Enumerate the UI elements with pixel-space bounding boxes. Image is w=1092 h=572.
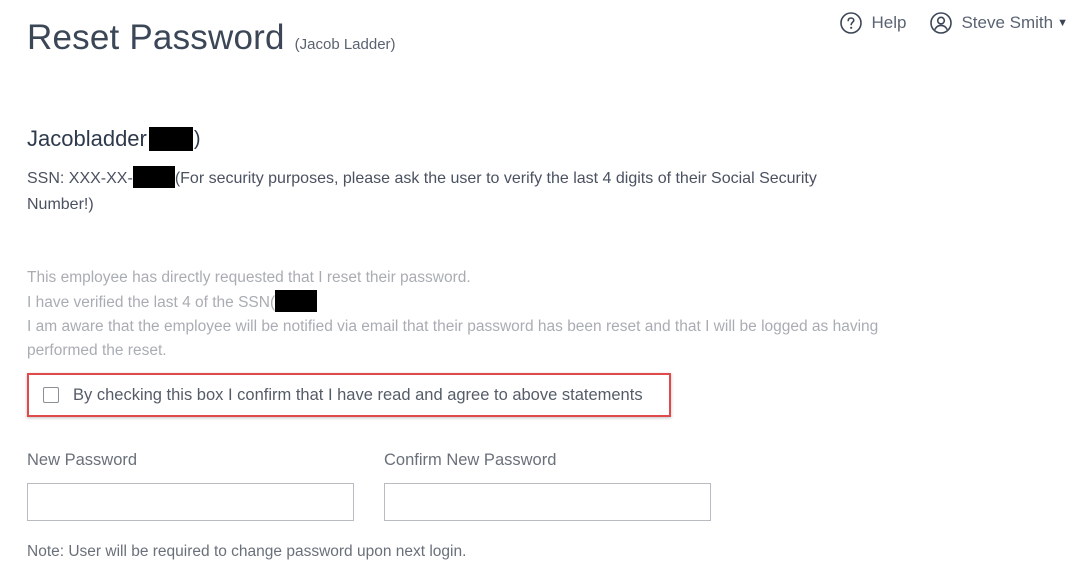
user-name: Steve Smith [961,13,1054,32]
help-label: Help [871,13,907,32]
confirm-label: By checking this box I confirm that I ha… [73,385,643,404]
page-title: Reset Password [27,18,285,57]
user-avatar-icon [930,12,953,34]
employee-name: Jacobladder ) [27,126,201,152]
password-change-note: Note: User will be required to change pa… [27,543,467,560]
new-password-label: New Password [27,451,138,469]
statements: This employee has directly requested tha… [27,266,887,363]
statement-ssn-text: I have verified the last 4 of the SSN( [27,294,276,311]
page-subtitle: (Jacob Ladder) [294,36,396,53]
statement-notification: I am aware that the employee will be not… [27,318,879,359]
user-menu[interactable]: Steve Smith ▼ [930,12,1068,34]
redacted-block [148,127,193,151]
ssn-line: SSN: XXX-XX- (For security purposes, plea… [27,166,867,218]
ssn-prefix: SSN: XXX-XX- [27,170,133,187]
employee-name-text: Jacobladder [27,126,147,151]
new-password-input[interactable] [27,483,354,521]
redacted-ssn [132,166,175,188]
top-right-nav: Help Steve Smith ▼ [840,12,1068,34]
help-icon [840,12,863,34]
statement-ssn-verified: I have verified the last 4 of the SSN( [27,290,887,315]
confirm-agreement[interactable]: By checking this box I confirm that I ha… [27,373,671,417]
confirm-password-input[interactable] [384,483,711,521]
title-row: Reset Password (Jacob Ladder) [27,18,396,58]
help-link[interactable]: Help [840,12,906,34]
reset-password-page: Reset Password (Jacob Ladder) Help Steve… [0,0,1092,572]
confirm-password-label: Confirm New Password [384,451,557,469]
confirm-checkbox[interactable] [43,387,59,403]
employee-name-suffix: ) [193,127,201,150]
chevron-down-icon: ▼ [1057,17,1068,29]
statement-request: This employee has directly requested tha… [27,269,471,286]
redacted-ssn-verify [275,290,318,312]
